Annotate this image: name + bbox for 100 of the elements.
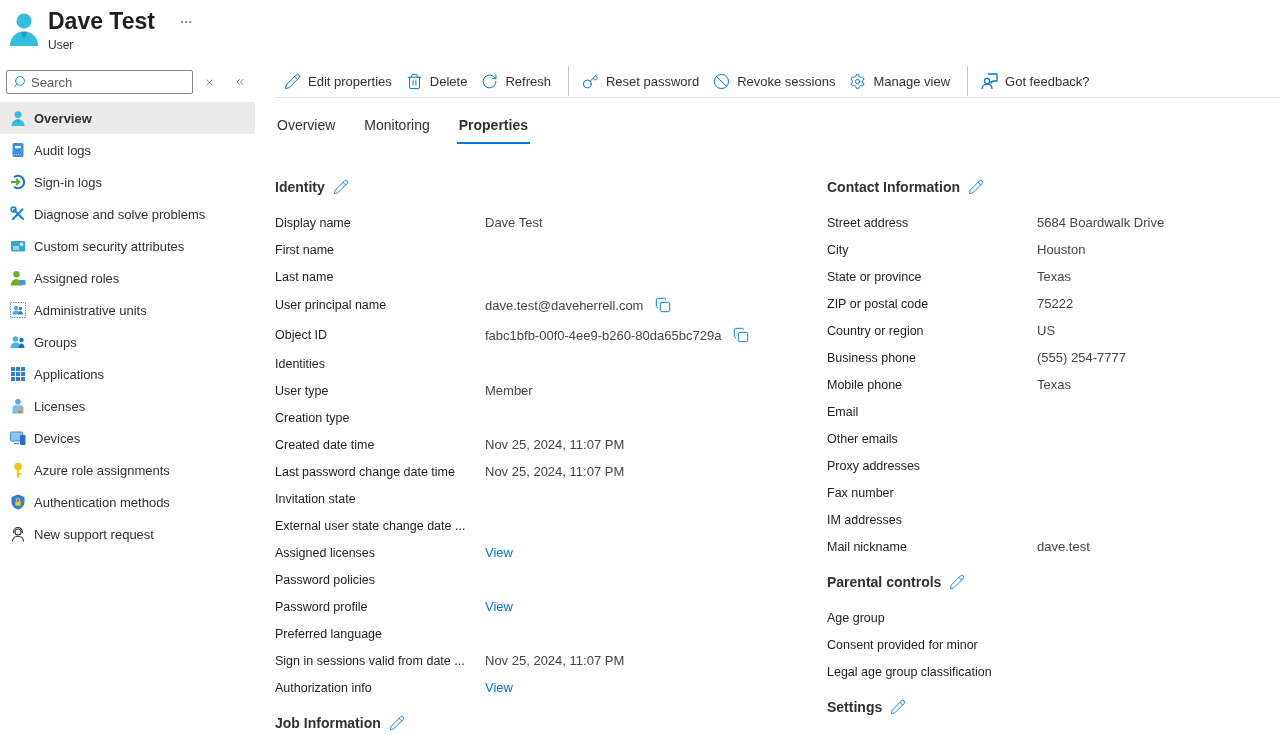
trash-icon bbox=[405, 72, 423, 90]
sidebar-item[interactable]: Devices bbox=[0, 422, 255, 454]
property-label: Mobile phone bbox=[827, 377, 904, 392]
property-label: Legal age group classification bbox=[827, 664, 993, 679]
section-heading: Job Information bbox=[275, 713, 381, 732]
pencil-icon[interactable] bbox=[949, 573, 966, 590]
sidebar-item[interactable]: Azure role assignments bbox=[0, 454, 255, 486]
people-icon bbox=[10, 334, 26, 350]
sidebar-item[interactable]: Administrative units bbox=[0, 294, 255, 326]
property-label: Consent provided for minor bbox=[827, 637, 979, 652]
sidebar-item[interactable]: Assigned roles bbox=[0, 262, 255, 294]
property-label: IM addresses bbox=[827, 512, 904, 527]
tools-icon bbox=[10, 206, 26, 222]
sidebar-item[interactable]: Audit logs bbox=[0, 134, 255, 166]
pencil-icon bbox=[284, 72, 301, 90]
copy-icon[interactable] bbox=[733, 327, 750, 343]
property-value: 5684 Boardwalk Drive bbox=[1037, 215, 1165, 230]
property-label: Age group bbox=[827, 610, 886, 625]
property-label: Authorization info bbox=[275, 680, 373, 695]
property-label: Preferred language bbox=[275, 626, 384, 641]
property-label: Last name bbox=[275, 269, 335, 284]
toolbar-button[interactable]: Got feedback? bbox=[976, 66, 1095, 96]
property-label: Last password change date time bbox=[275, 464, 456, 479]
close-icon[interactable] bbox=[204, 76, 215, 88]
property-label: Country or region bbox=[827, 323, 925, 338]
property-value: US bbox=[1037, 323, 1056, 338]
toolbar-button[interactable]: Refresh bbox=[476, 66, 556, 96]
search-icon bbox=[13, 75, 26, 88]
section-heading: Identity bbox=[275, 177, 325, 196]
copy-icon[interactable] bbox=[655, 297, 672, 313]
property-label: Password policies bbox=[275, 572, 377, 587]
sidebar-item[interactable]: Licenses bbox=[0, 390, 255, 422]
key-icon bbox=[581, 72, 599, 90]
property-value: Nov 25, 2024, 11:07 PM bbox=[485, 653, 625, 668]
toolbar-button[interactable]: Manage view bbox=[844, 66, 956, 96]
property-label: Object ID bbox=[275, 328, 329, 342]
sidebar-item[interactable]: Applications bbox=[0, 358, 255, 390]
property-label: External user state change date ... bbox=[275, 518, 467, 533]
property-label: First name bbox=[275, 242, 336, 257]
property-label: Street address bbox=[827, 215, 910, 230]
toolbar-button[interactable]: Delete bbox=[400, 66, 473, 96]
property-value: dave.test bbox=[1037, 539, 1090, 554]
view-link[interactable]: View bbox=[485, 599, 513, 614]
tab[interactable]: Properties bbox=[456, 108, 530, 144]
property-label: User principal name bbox=[275, 298, 388, 312]
sidebar-item[interactable]: Overview bbox=[0, 102, 255, 134]
property-label: State or province bbox=[827, 269, 923, 284]
property-label: Fax number bbox=[827, 485, 895, 500]
chevrons-left-icon[interactable] bbox=[234, 76, 246, 88]
property-value: Nov 25, 2024, 11:07 PM bbox=[485, 437, 625, 452]
property-value: Dave Test bbox=[485, 215, 543, 230]
sidebar-item[interactable]: Custom security attributes bbox=[0, 230, 255, 262]
view-link[interactable]: View bbox=[485, 545, 513, 560]
property-label: Business phone bbox=[827, 350, 917, 365]
sidebar-item[interactable]: Sign-in logs bbox=[0, 166, 255, 198]
feedback-icon bbox=[981, 72, 999, 90]
property-value: fabc1bfb-00f0-4ee9-b260-80da65bc729a bbox=[485, 327, 722, 343]
sidebar-item[interactable]: Diagnose and solve problems bbox=[0, 198, 255, 230]
property-label: Sign in sessions valid from date ... bbox=[275, 653, 466, 668]
pencil-icon[interactable] bbox=[890, 698, 907, 715]
property-label: City bbox=[827, 242, 850, 257]
pencil-icon[interactable] bbox=[332, 178, 349, 195]
refresh-icon bbox=[481, 72, 499, 90]
sidebar-item[interactable]: New support request bbox=[0, 518, 255, 550]
search-field[interactable]: Search bbox=[6, 70, 193, 94]
page-subtitle: User bbox=[48, 37, 75, 53]
section-heading: Contact Information bbox=[827, 177, 960, 196]
toolbar-button[interactable]: Revoke sessions bbox=[708, 66, 841, 96]
toolbar-button[interactable]: Reset password bbox=[576, 66, 705, 96]
tab[interactable]: Overview bbox=[275, 108, 338, 144]
property-label: Proxy addresses bbox=[827, 458, 922, 473]
id-card-icon bbox=[10, 238, 26, 254]
toolbar-button[interactable]: Edit properties bbox=[279, 66, 397, 96]
property-value: dave.test@daveherrell.com bbox=[485, 297, 644, 313]
sidebar-item[interactable]: Groups bbox=[0, 326, 255, 358]
property-label: ZIP or postal code bbox=[827, 296, 930, 311]
page-title: Dave Test bbox=[48, 7, 155, 35]
sidebar-item[interactable]: Authentication methods bbox=[0, 486, 255, 518]
property-value: Member bbox=[485, 383, 533, 398]
tab[interactable]: Monitoring bbox=[362, 108, 432, 144]
property-label: User type bbox=[275, 383, 330, 398]
devices-icon bbox=[10, 430, 26, 446]
property-label: Password profile bbox=[275, 599, 369, 614]
person-icon bbox=[10, 110, 26, 126]
property-label: Mail nickname bbox=[827, 539, 908, 554]
document-icon bbox=[10, 142, 26, 158]
section-heading: Settings bbox=[827, 697, 883, 716]
pencil-icon[interactable] bbox=[968, 178, 984, 195]
property-value: (555) 254-7777 bbox=[1037, 350, 1126, 365]
property-value: Nov 25, 2024, 11:07 PM bbox=[485, 464, 625, 479]
prohibited-icon bbox=[713, 72, 731, 90]
property-label: Creation type bbox=[275, 410, 351, 425]
property-value: Texas bbox=[1037, 377, 1071, 392]
view-link[interactable]: View bbox=[485, 680, 513, 695]
property-label: Email bbox=[827, 404, 860, 419]
pencil-icon[interactable] bbox=[388, 714, 405, 731]
property-value: Houston bbox=[1037, 242, 1086, 257]
property-label: Display name bbox=[275, 215, 352, 230]
property-label: Invitation state bbox=[275, 491, 357, 506]
section-heading: Parental controls bbox=[827, 572, 942, 591]
